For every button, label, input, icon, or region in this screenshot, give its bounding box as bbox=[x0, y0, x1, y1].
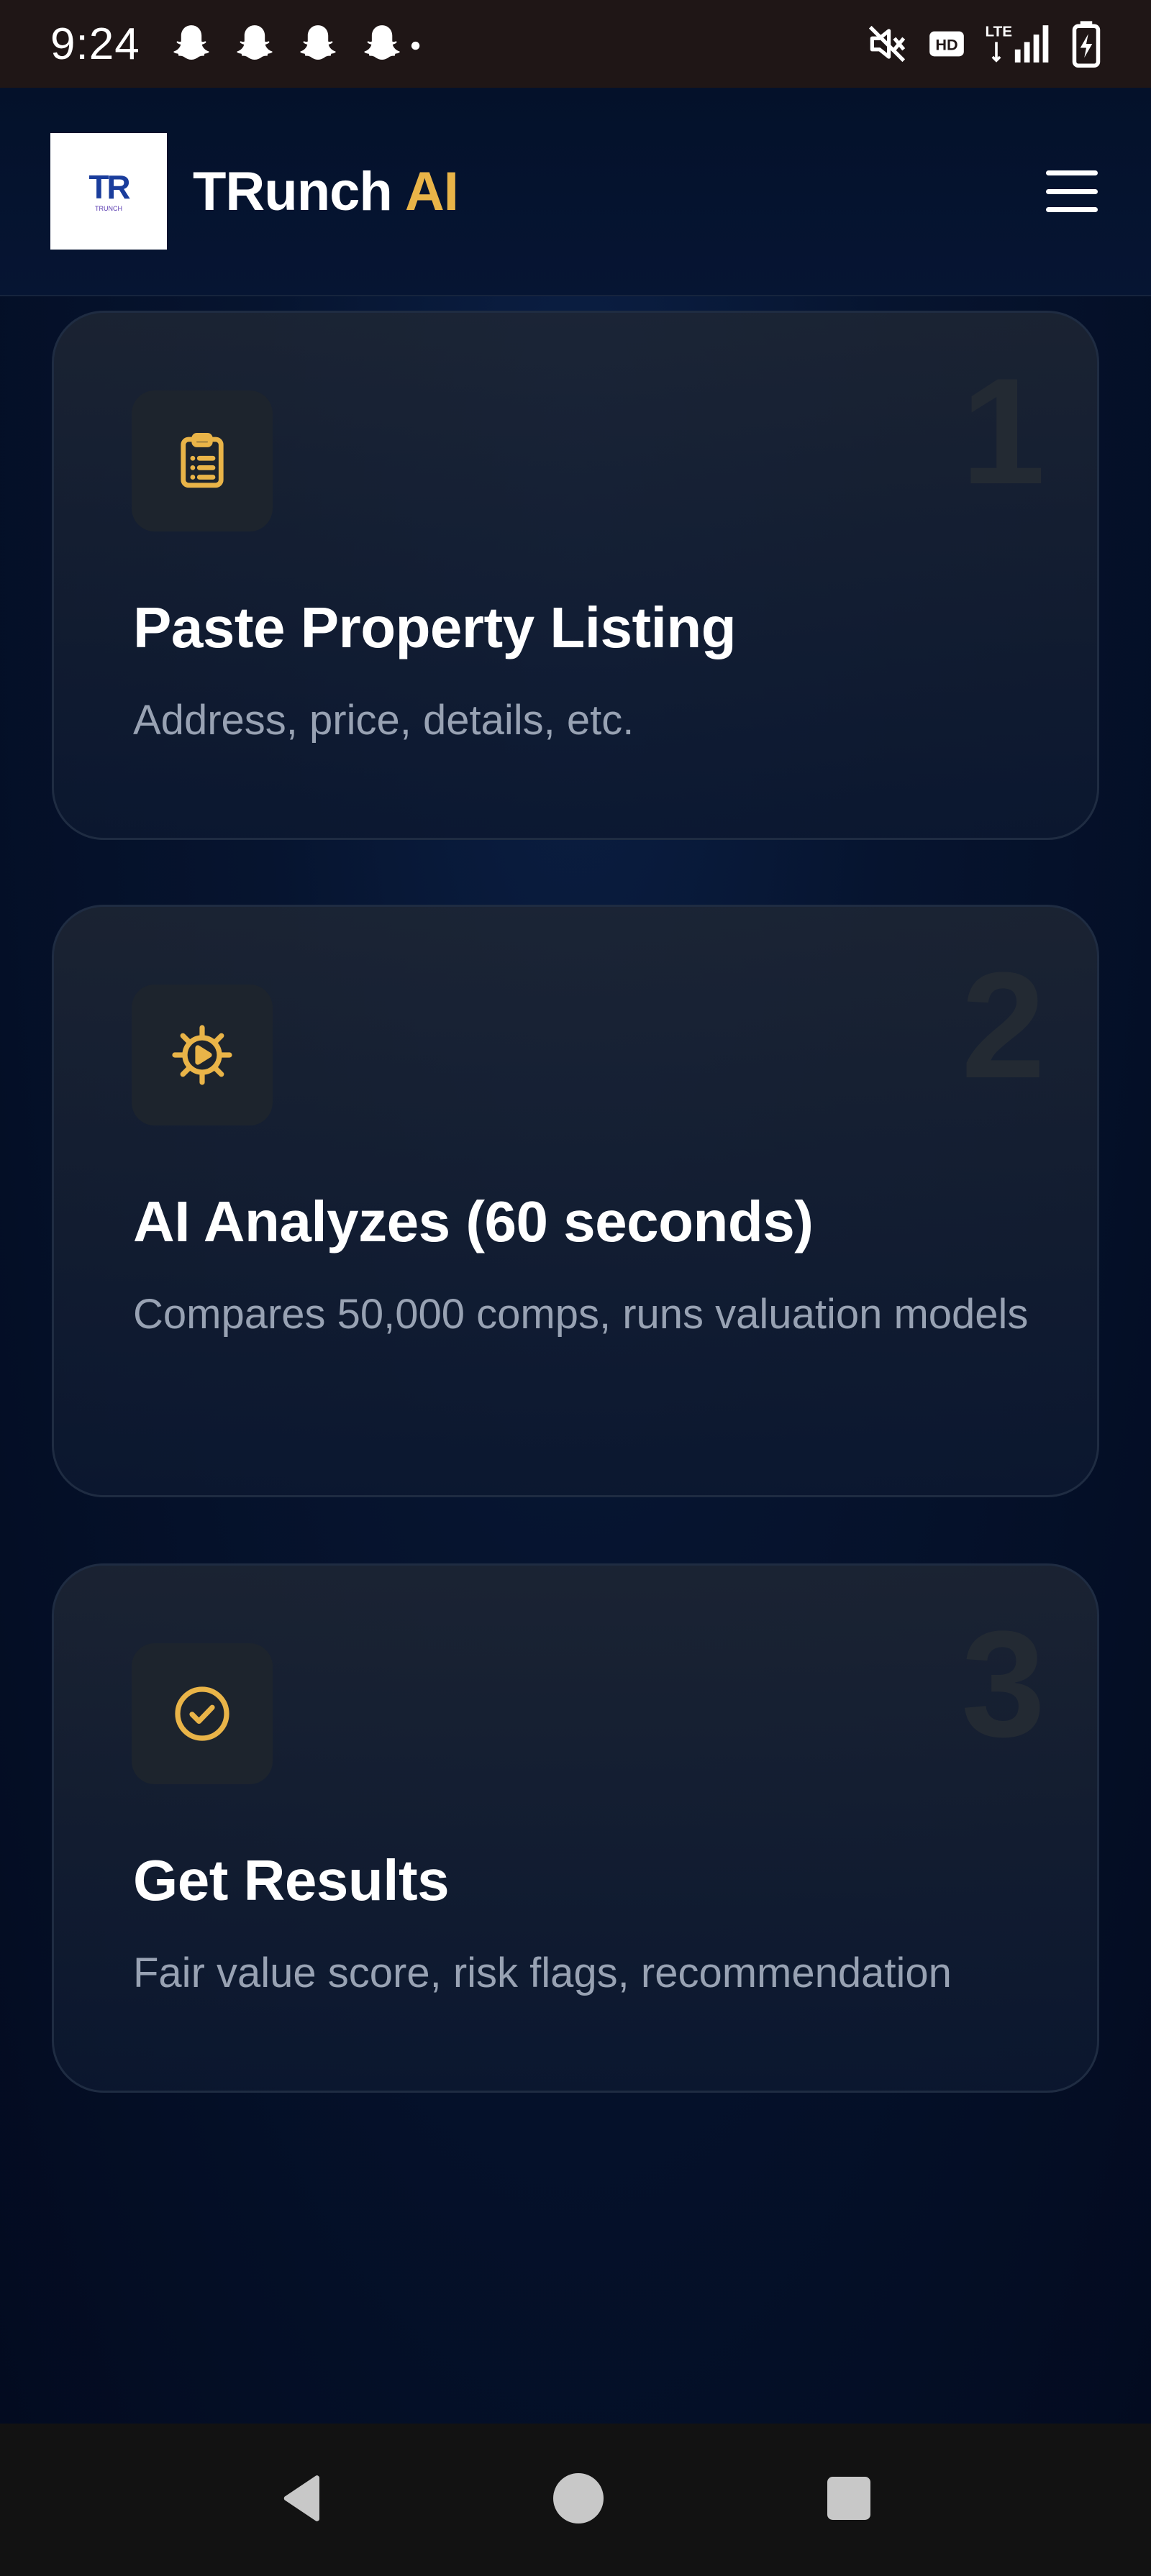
logo-subtext: TRUNCH bbox=[95, 205, 122, 212]
snapchat-icon bbox=[359, 22, 424, 66]
mute-icon bbox=[865, 22, 909, 66]
step-card-3: 3 Get Results Fair value score, risk fla… bbox=[52, 1563, 1099, 2093]
system-nav-bar bbox=[0, 2424, 1151, 2576]
logo-mark: TR bbox=[88, 168, 130, 206]
step-description: Address, price, details, etc. bbox=[133, 697, 634, 744]
hamburger-menu-icon[interactable] bbox=[1043, 166, 1101, 216]
check-circle-icon bbox=[132, 1643, 273, 1784]
step-title: AI Analyzes (60 seconds) bbox=[133, 1189, 814, 1253]
step-title: Paste Property Listing bbox=[133, 595, 737, 659]
recents-icon[interactable] bbox=[823, 2472, 875, 2528]
back-icon[interactable] bbox=[276, 2470, 334, 2531]
step-number: 1 bbox=[961, 347, 1045, 516]
status-bar: 9:24 HD LTE bbox=[0, 0, 1151, 88]
battery-charging-icon bbox=[1072, 20, 1101, 68]
svg-text:HD: HD bbox=[935, 36, 957, 54]
step-card-2: 2 AI Analyzes (60 seconds) Compares 50,0… bbox=[52, 905, 1099, 1497]
snapchat-icon bbox=[169, 22, 214, 66]
logo[interactable]: TR TRUNCH bbox=[50, 133, 167, 250]
step-description: Fair value score, risk flags, recommenda… bbox=[133, 1950, 952, 1996]
svg-text:LTE: LTE bbox=[986, 24, 1012, 40]
step-number: 3 bbox=[961, 1599, 1045, 1768]
hd-icon: HD bbox=[928, 25, 965, 63]
status-icons: HD LTE bbox=[865, 20, 1101, 68]
step-card-1: 1 Paste Property Listing Address, price,… bbox=[52, 311, 1099, 840]
gear-icon bbox=[132, 985, 273, 1125]
step-description: Compares 50,000 comps, runs valuation mo… bbox=[133, 1291, 1029, 1338]
snapchat-icon bbox=[296, 22, 340, 66]
brand-name[interactable]: TRunch AI bbox=[193, 160, 459, 223]
status-time: 9:24 bbox=[50, 19, 140, 69]
app-header: TR TRUNCH TRunch AI bbox=[0, 88, 1151, 296]
brand-accent-text: AI bbox=[404, 160, 459, 222]
brand-name-text: TRunch bbox=[193, 160, 393, 222]
app-screen: 9:24 HD LTE TR TRUNCH TRunch AI 1 Paste … bbox=[0, 0, 1151, 2576]
step-number: 2 bbox=[961, 941, 1045, 1110]
clipboard-icon bbox=[132, 390, 273, 531]
main-content: 1 Paste Property Listing Address, price,… bbox=[0, 296, 1151, 2424]
step-title: Get Results bbox=[133, 1848, 450, 1912]
notification-icons bbox=[169, 22, 424, 66]
lte-signal-icon: LTE bbox=[984, 22, 1053, 66]
snapchat-icon bbox=[232, 22, 277, 66]
home-icon[interactable] bbox=[550, 2470, 607, 2531]
